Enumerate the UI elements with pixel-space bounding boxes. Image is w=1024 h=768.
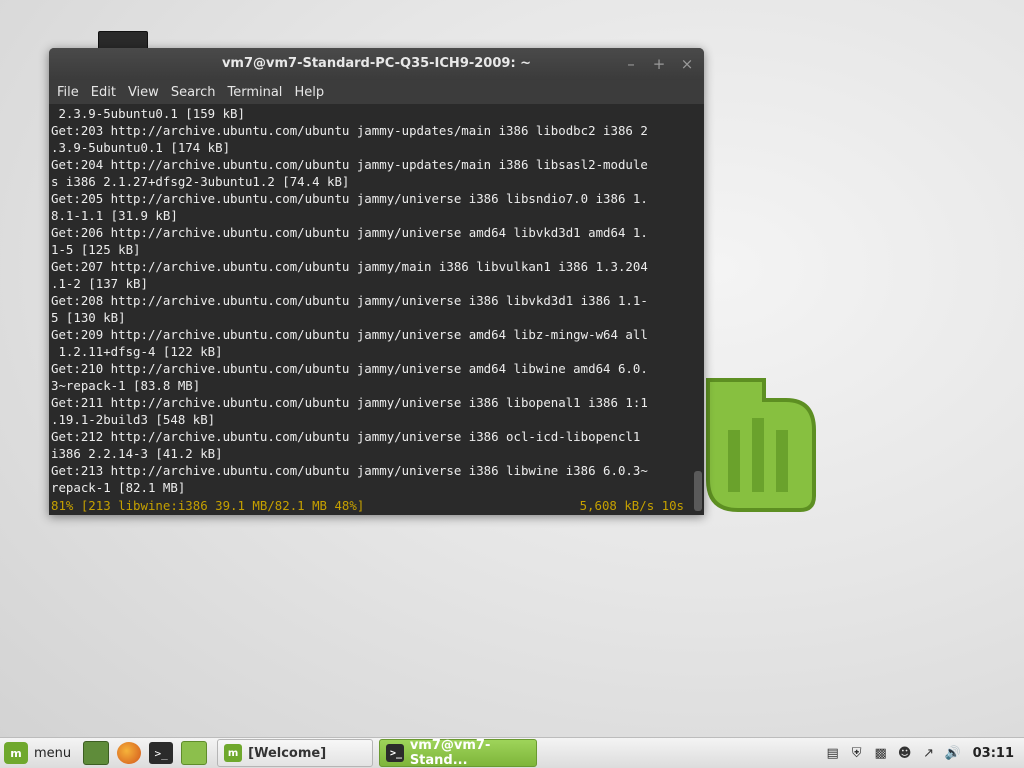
terminal-line: Get:211 http://archive.ubuntu.com/ubuntu… <box>51 395 648 410</box>
terminal-line: .19.1-2build3 [548 kB] <box>51 412 216 427</box>
taskbar-item-welcome[interactable]: m [Welcome] <box>217 739 374 767</box>
mint-menu-icon: m <box>4 742 28 764</box>
start-menu-button[interactable]: m menu <box>0 738 79 768</box>
clipboard-icon[interactable]: ▤ <box>825 745 841 761</box>
user-icon[interactable]: ☻ <box>897 745 913 761</box>
minimize-icon[interactable]: – <box>624 48 638 80</box>
terminal-line: Get:213 http://archive.ubuntu.com/ubuntu… <box>51 463 648 478</box>
taskbar-item-terminal[interactable]: >_ vm7@vm7-Stand... <box>379 738 538 768</box>
terminal-line: s i386 2.1.27+dfsg2-3ubuntu1.2 [74.4 kB] <box>51 174 350 189</box>
linux-mint-logo <box>706 378 816 512</box>
volume-icon[interactable]: 🔊 <box>945 745 961 761</box>
terminal-line: Get:204 http://archive.ubuntu.com/ubuntu… <box>51 157 648 172</box>
menu-help[interactable]: Help <box>288 85 330 100</box>
terminal-window[interactable]: vm7@vm7-Standard-PC-Q35-ICH9-2009: ~ – +… <box>49 48 704 515</box>
terminal-output[interactable]: 2.3.9-5ubuntu0.1 [159 kB] Get:203 http://… <box>49 105 704 515</box>
scrollbar-thumb[interactable] <box>694 471 702 511</box>
terminal-line: Get:205 http://archive.ubuntu.com/ubuntu… <box>51 191 648 206</box>
terminal-line: 8.1-1.1 [31.9 kB] <box>51 208 178 223</box>
terminal-line: Get:207 http://archive.ubuntu.com/ubuntu… <box>51 259 648 274</box>
terminal-line: Get:212 http://archive.ubuntu.com/ubuntu… <box>51 429 641 444</box>
progress-status-left: 81% [213 libwine:i386 39.1 MB/82.1 MB 48… <box>51 498 365 513</box>
terminal-line: repack-1 [82.1 MB] <box>51 480 186 495</box>
terminal-line: 5 [130 kB] <box>51 310 126 325</box>
scrollbar[interactable] <box>694 105 702 515</box>
terminal-line: 2.3.9-5ubuntu0.1 [159 kB] <box>51 106 245 121</box>
show-desktop-icon[interactable] <box>83 741 110 765</box>
progress-status-right: 5,608 kB/s 10s <box>579 498 684 513</box>
menu-terminal[interactable]: Terminal <box>221 85 288 100</box>
firefox-icon[interactable] <box>117 742 142 764</box>
close-icon[interactable]: × <box>680 48 694 80</box>
menu-edit[interactable]: Edit <box>85 85 122 100</box>
terminal-icon: >_ <box>386 744 404 762</box>
menu-search[interactable]: Search <box>165 85 222 100</box>
maximize-icon[interactable]: + <box>652 48 666 80</box>
system-tray: ▤ ⛨ ▩ ☻ ↗ 🔊 03:11 <box>825 745 1024 761</box>
terminal-line: 1.2.11+dfsg-4 [122 kB] <box>51 344 223 359</box>
terminal-line: Get:203 http://archive.ubuntu.com/ubuntu… <box>51 123 648 138</box>
taskbar-item-label: vm7@vm7-Stand... <box>409 738 491 768</box>
progress-status-line: 81% [213 libwine:i386 39.1 MB/82.1 MB 48… <box>51 497 684 514</box>
clock[interactable]: 03:11 <box>973 746 1014 761</box>
menu-view[interactable]: View <box>122 85 165 100</box>
shield-icon[interactable]: ⛨ <box>849 745 865 761</box>
display-icon[interactable]: ▩ <box>873 745 889 761</box>
terminal-icon[interactable]: >_ <box>149 742 174 764</box>
terminal-line: .1-2 [137 kB] <box>51 276 148 291</box>
menu-label: menu <box>34 745 72 761</box>
terminal-line: Get:210 http://archive.ubuntu.com/ubuntu… <box>51 361 648 376</box>
menubar: File Edit View Search Terminal Help <box>49 80 704 105</box>
taskbar: m menu >_ m [Welcome] >_ vm7@vm7-Stand..… <box>0 737 1024 768</box>
window-titlebar[interactable]: vm7@vm7-Standard-PC-Q35-ICH9-2009: ~ – +… <box>49 48 704 80</box>
terminal-line: Get:206 http://archive.ubuntu.com/ubuntu… <box>51 225 648 240</box>
taskbar-item-label: [Welcome] <box>248 745 327 761</box>
terminal-line: .3.9-5ubuntu0.1 [174 kB] <box>51 140 231 155</box>
network-icon[interactable]: ↗ <box>921 745 937 761</box>
terminal-line: 1-5 [125 kB] <box>51 242 141 257</box>
mint-icon: m <box>224 744 243 762</box>
terminal-line: i386 2.2.14-3 [41.2 kB] <box>51 446 223 461</box>
terminal-line: 3~repack-1 [83.8 MB] <box>51 378 201 393</box>
terminal-line: Get:209 http://archive.ubuntu.com/ubuntu… <box>51 327 648 342</box>
terminal-line: Get:208 http://archive.ubuntu.com/ubuntu… <box>51 293 648 308</box>
menu-file[interactable]: File <box>51 85 85 100</box>
window-title: vm7@vm7-Standard-PC-Q35-ICH9-2009: ~ <box>221 56 532 71</box>
files-icon[interactable] <box>181 741 208 765</box>
